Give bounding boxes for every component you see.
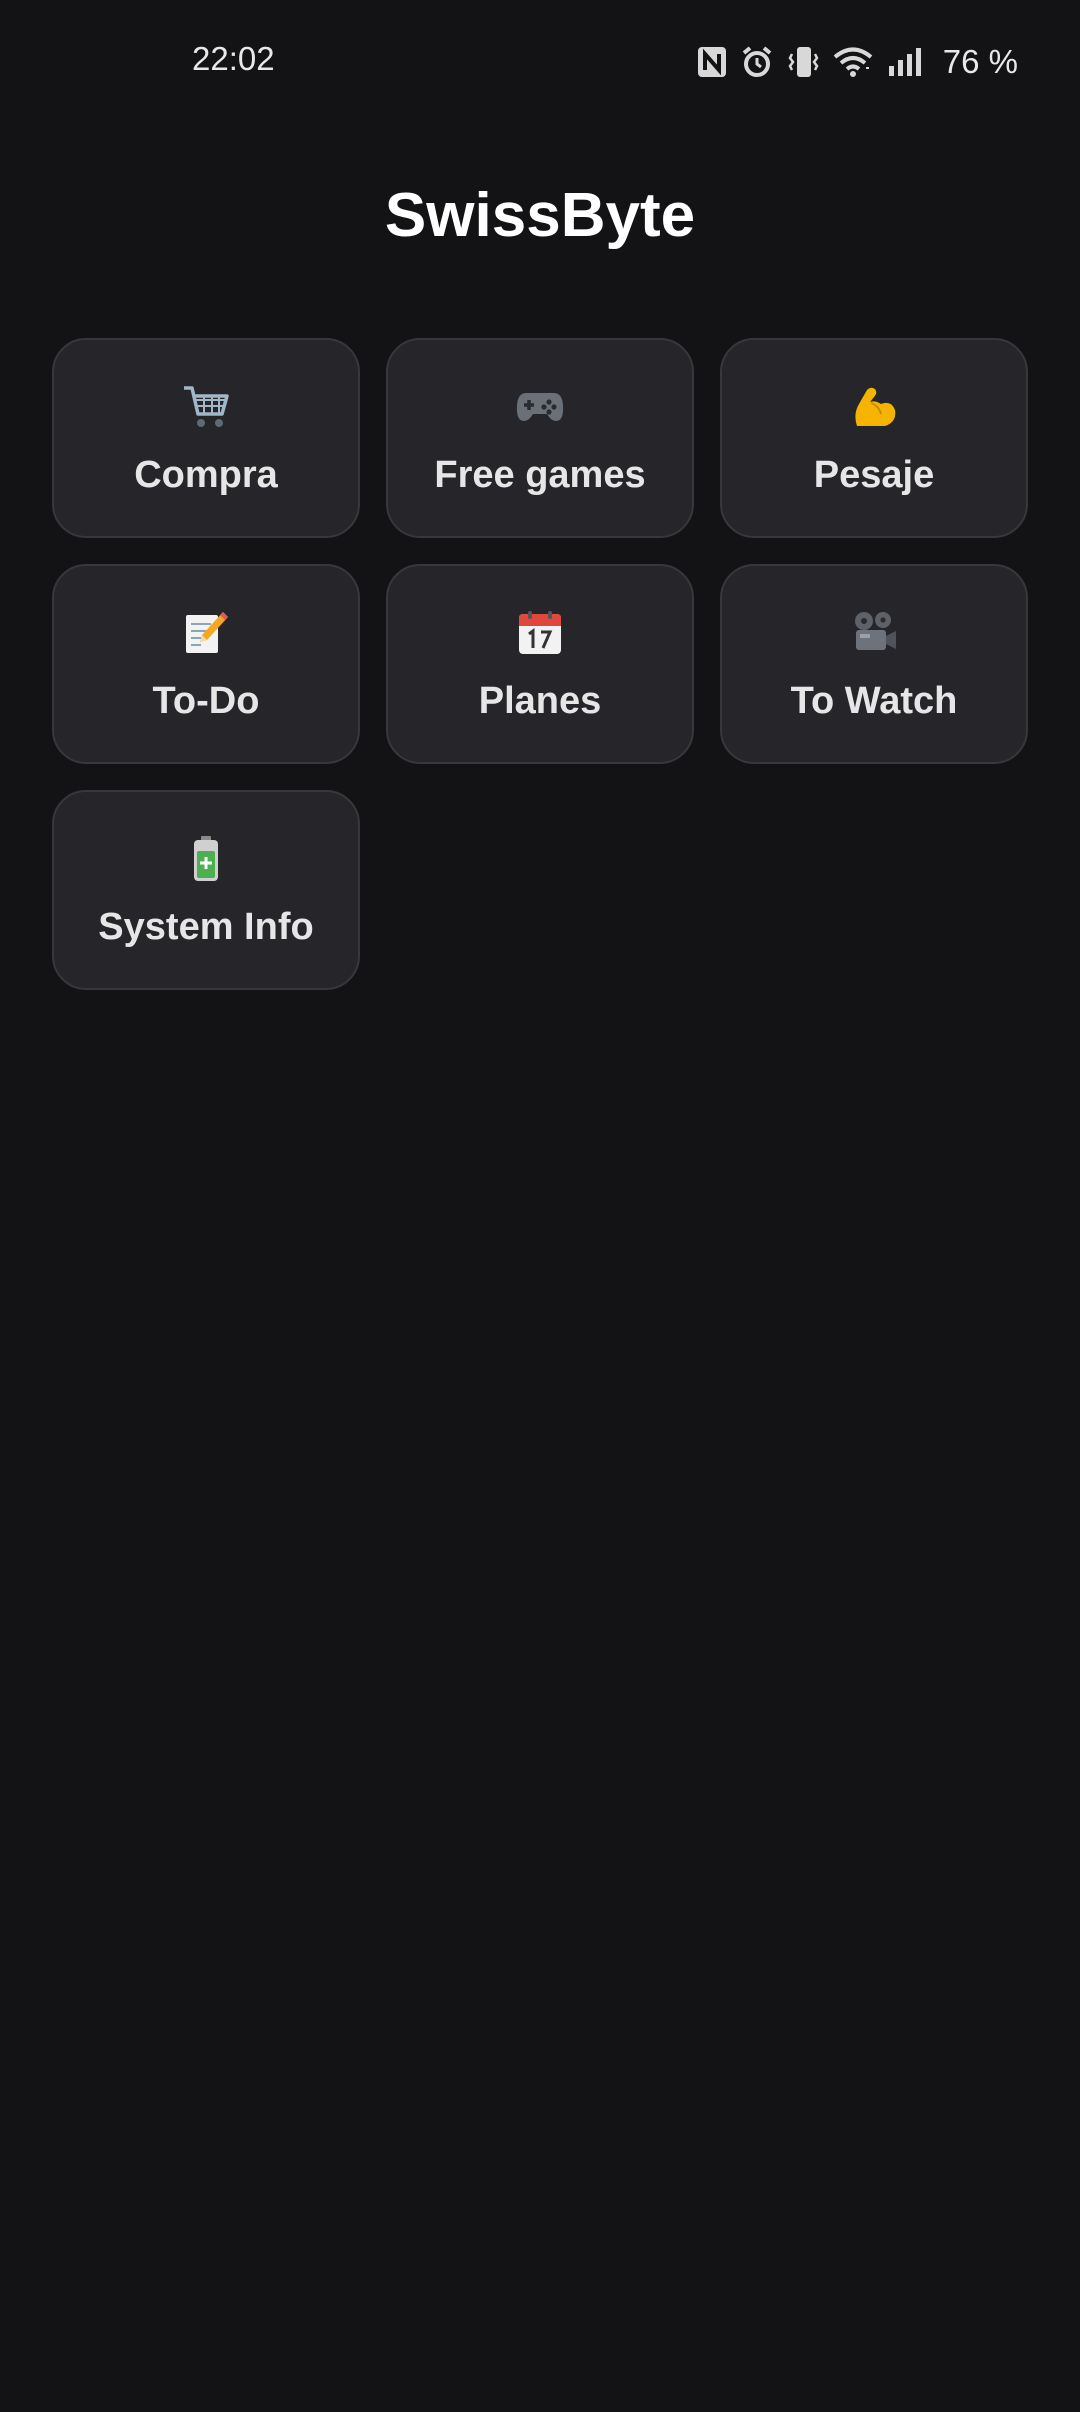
battery-percent: 76 % bbox=[942, 43, 1018, 80]
app-title: SwissByte bbox=[384, 181, 696, 250]
status-icons: 76 % bbox=[697, 40, 1018, 84]
tile-compra[interactable]: Compra bbox=[52, 338, 360, 538]
status-time: 22:02 bbox=[192, 40, 275, 77]
film-projector-icon bbox=[849, 608, 899, 658]
calendar-icon bbox=[515, 608, 565, 658]
tile-label: System Info bbox=[98, 906, 314, 948]
tile-system-info[interactable]: System Info bbox=[52, 790, 360, 990]
vibrate-icon bbox=[787, 45, 819, 79]
flexed-biceps-icon bbox=[849, 382, 899, 432]
shopping-cart-icon bbox=[181, 382, 231, 432]
tile-label: Compra bbox=[134, 454, 278, 496]
wifi-icon bbox=[833, 46, 873, 78]
nfc-icon bbox=[697, 46, 727, 78]
game-controller-icon bbox=[515, 382, 565, 432]
tile-grid: Compra Free games Pesaje To-Do Planes To… bbox=[52, 338, 1028, 990]
tile-label: Planes bbox=[478, 680, 602, 722]
tile-label: To Watch bbox=[790, 680, 958, 722]
tile-label: To-Do bbox=[152, 680, 260, 722]
tile-free-games[interactable]: Free games bbox=[386, 338, 694, 538]
alarm-icon bbox=[741, 46, 773, 78]
tile-label: Free games bbox=[434, 454, 646, 496]
memo-icon bbox=[181, 608, 231, 658]
signal-icon bbox=[887, 46, 925, 78]
battery-icon bbox=[181, 834, 231, 884]
tile-to-do[interactable]: To-Do bbox=[52, 564, 360, 764]
tile-pesaje[interactable]: Pesaje bbox=[720, 338, 1028, 538]
status-bar: 22:02 76 % bbox=[0, 0, 1080, 124]
tile-planes[interactable]: Planes bbox=[386, 564, 694, 764]
tile-to-watch[interactable]: To Watch bbox=[720, 564, 1028, 764]
tile-label: Pesaje bbox=[813, 454, 935, 496]
